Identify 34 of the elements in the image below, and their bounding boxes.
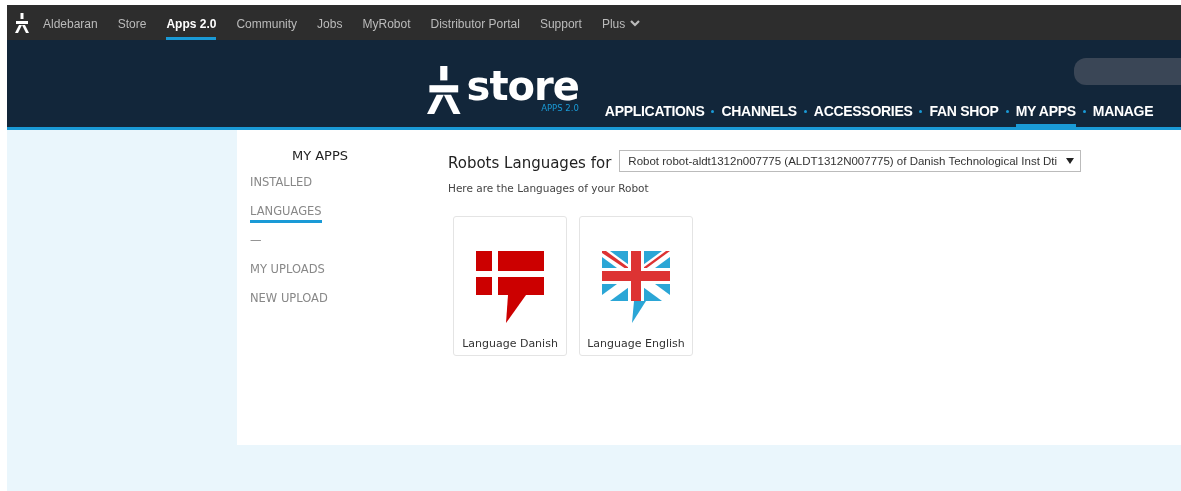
robot-logo-icon[interactable] [427,66,461,114]
sidebar-link[interactable]: NEW UPLOAD [250,287,328,310]
language-label: Language Danish [462,337,558,350]
header-nav-link[interactable]: CHANNELS [721,103,797,127]
robot-select[interactable]: Robot robot-aldt1312n007775 (ALDT1312N007775) of Danish Technological Inst Dti [619,150,1082,172]
top-nav-link[interactable]: Jobs [317,8,343,41]
top-nav-link[interactable]: Aldebaran [43,8,98,41]
top-nav-link[interactable]: MyRobot [362,8,411,41]
subtitle: Here are the Languages of your Robot [448,182,650,194]
flag-speech-bubble-icon [474,251,546,323]
sidebar-link[interactable]: MY UPLOADS [250,258,325,281]
header-nav-link[interactable]: FAN SHOP [929,103,999,127]
search-field[interactable] [1074,58,1181,85]
robot-logo-icon[interactable] [15,12,29,33]
sidebar-title: MY APPS [290,148,350,163]
top-nav-link[interactable]: Distributor Portal [430,8,520,41]
header-nav-link[interactable]: ACCESSORIES [813,103,913,127]
language-card[interactable]: Language Danish [453,216,567,356]
language-label: Language English [587,337,685,350]
top-nav-link[interactable]: Store [117,8,147,41]
sidebar-link[interactable]: LANGUAGES [250,200,322,223]
header-nav-link[interactable]: MANAGE [1092,103,1154,127]
top-nav-link[interactable]: Community [236,8,298,41]
top-nav-link[interactable]: Support [539,8,582,41]
header-nav-link[interactable]: MY APPS [1015,103,1076,127]
logo-subtitle: APPS 2.0 [540,103,579,113]
top-nav-link[interactable]: Plus [601,8,641,41]
header-nav-link[interactable]: APPLICATIONS [604,103,705,127]
language-card[interactable]: Language English [579,216,693,356]
sidebar-link[interactable]: — [250,229,262,252]
sidebar-link[interactable]: INSTALLED [250,171,313,194]
caret-icon [1066,158,1075,164]
page-heading: Robots Languages for [448,154,612,172]
flag-speech-bubble-icon [600,251,672,323]
